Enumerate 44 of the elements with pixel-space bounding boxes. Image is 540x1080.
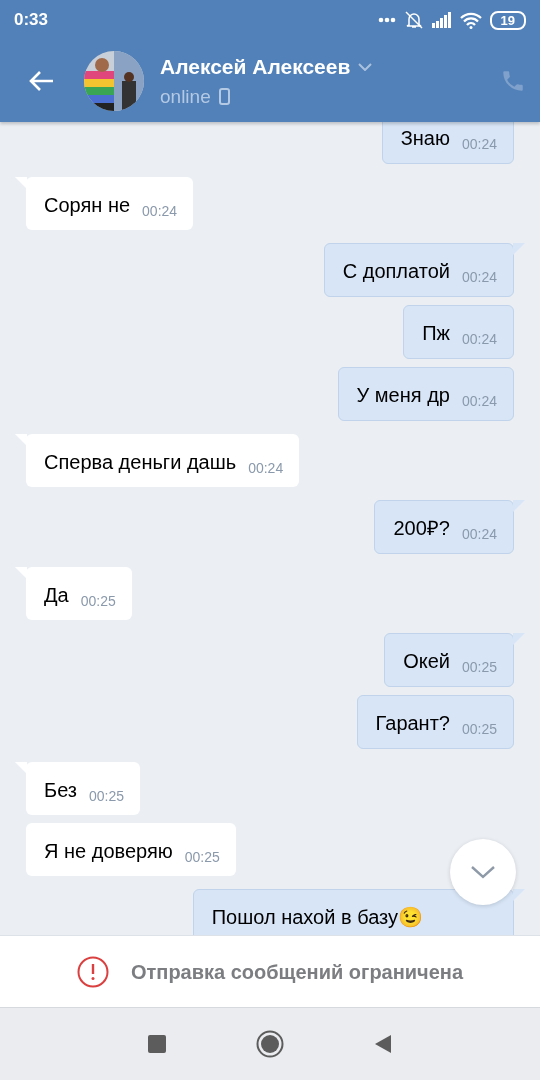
muted-bell-icon [403, 10, 424, 30]
contact-name[interactable]: Алексей Алексеев [160, 51, 351, 83]
message-text: Гарант? [375, 711, 450, 736]
clock: 0:33 [14, 9, 49, 32]
message-time: 00:25 [89, 789, 125, 803]
message-text: С доплатой [342, 259, 450, 284]
chevron-down-icon[interactable] [358, 62, 373, 71]
phone-device-icon [218, 88, 230, 106]
recents-button-icon[interactable] [148, 1035, 166, 1053]
message-text: Сорян не [44, 193, 131, 218]
message-time: 00:25 [80, 594, 116, 608]
message-text: Без [44, 778, 77, 803]
message-text: Пж [422, 321, 450, 346]
message-time: 00:25 [461, 722, 497, 736]
message-text: Окей [403, 649, 450, 674]
message-time: 00:24 [461, 270, 497, 284]
call-icon[interactable] [500, 68, 526, 94]
back-arrow-icon[interactable] [28, 70, 54, 92]
message-text: Пошол нахой в базу😉 [211, 905, 423, 930]
wifi-icon [459, 11, 482, 29]
message-text: Я не доверяю [44, 839, 173, 864]
more-dots-icon [377, 17, 396, 23]
message-time: 00:25 [184, 850, 220, 864]
message-text: 200₽? [393, 516, 450, 541]
message-time: 00:24 [248, 461, 284, 475]
battery-indicator: 19 [489, 10, 526, 30]
message-text: Знаю [400, 126, 450, 151]
message-time: 00:24 [461, 527, 497, 541]
back-button-icon[interactable] [374, 1034, 392, 1054]
restriction-notice: Отправка сообщений ограничена [130, 959, 464, 985]
message-time: 00:25 [461, 660, 497, 674]
message-time: 00:24 [142, 204, 178, 218]
message-text: Да [44, 583, 69, 608]
message-time: 00:24 [461, 137, 497, 151]
online-status: online [160, 84, 211, 109]
scroll-down-button[interactable] [450, 839, 516, 905]
message-text: У меня др [356, 383, 450, 408]
home-button-icon[interactable] [256, 1030, 284, 1058]
message-text: Сперва деньги дашь [44, 450, 237, 475]
message-time: 00:24 [461, 332, 497, 346]
message-time: 00:24 [461, 394, 497, 408]
chevron-down-icon [470, 865, 496, 879]
warning-icon [76, 955, 109, 988]
signal-icon [431, 12, 452, 28]
